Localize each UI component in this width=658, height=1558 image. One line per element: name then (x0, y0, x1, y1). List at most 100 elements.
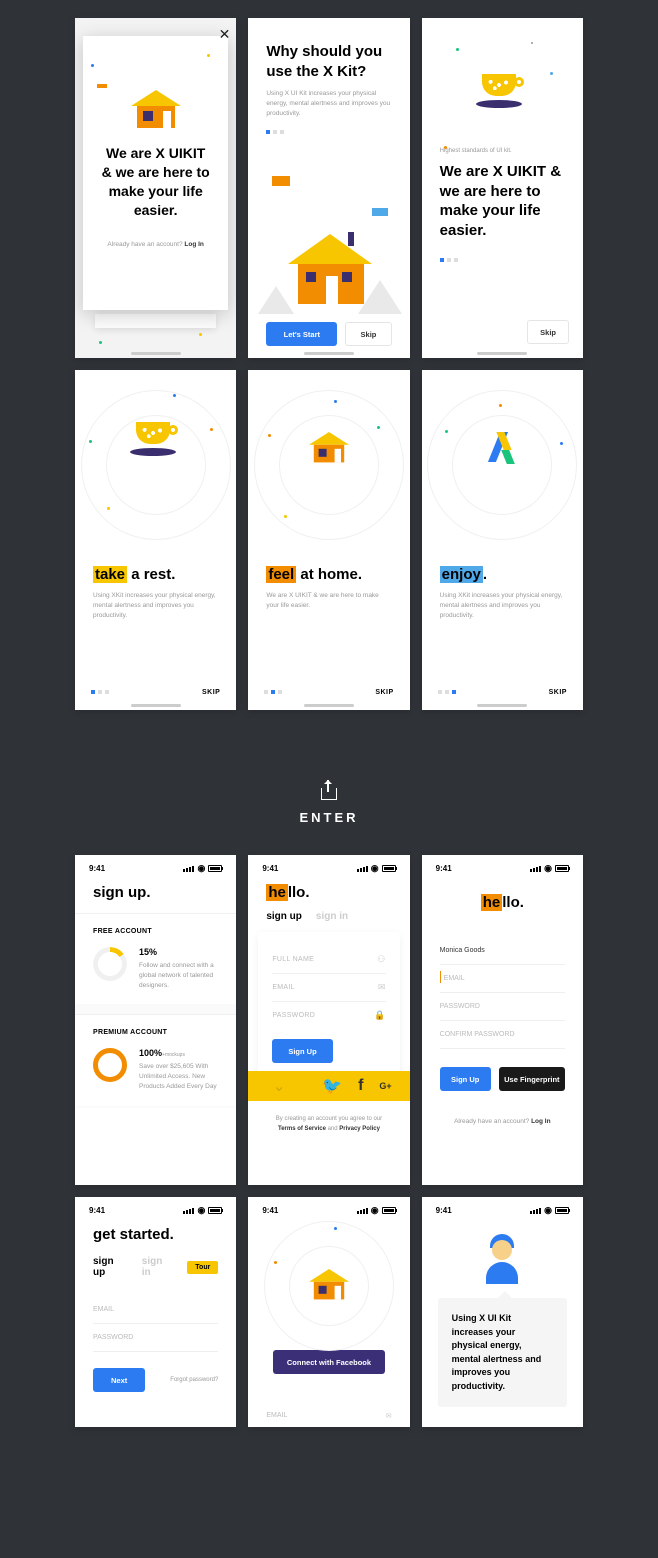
account-description: Save over $25,605 With Unlimited Access.… (139, 1062, 218, 1091)
facebook-connect-card: 9:41 ◉ Connect with Facebook EMAIL✉ (248, 1197, 409, 1427)
login-link[interactable]: Log In (531, 1118, 551, 1125)
status-time: 9:41 (262, 864, 278, 873)
page-title: sign up. (75, 878, 236, 913)
fullname-field[interactable]: FULL NAME⚇ (272, 946, 385, 974)
status-bar: 9:41 ◉ (248, 855, 409, 878)
next-button[interactable]: Next (93, 1368, 145, 1392)
email-field[interactable]: EMAIL (93, 1296, 218, 1324)
title: feel at home. (266, 566, 391, 583)
page-indicator (266, 130, 391, 134)
progress-ring (93, 1048, 127, 1082)
lets-start-button[interactable]: Let's Start (266, 322, 337, 346)
onboarding-enjoy-card: enjoy. Using XKit increases your physica… (422, 370, 583, 710)
progress-ring (93, 947, 127, 981)
email-field[interactable]: EMAIL✉ (272, 974, 385, 1002)
card-stack-back (95, 314, 216, 328)
wifi-icon: ◉ (544, 1205, 552, 1216)
orbit-rings (81, 390, 231, 540)
get-started-card: 9:41 ◉ get started. sign up sign in Tour… (75, 1197, 236, 1427)
social-login-bar: ⌄ 🐦 f G+ (248, 1071, 409, 1101)
signal-icon (183, 866, 194, 872)
speech-bubble: Using X UI Kit increases your physical e… (438, 1298, 567, 1407)
onboarding-rest-card: take a rest. Using XKit increases your p… (75, 370, 236, 710)
auth-tabs: sign up sign in Tour (75, 1256, 236, 1288)
title: take a rest. (93, 566, 218, 583)
section-title: ENTER (75, 810, 583, 825)
home-indicator (131, 704, 181, 707)
google-icon[interactable]: G+ (379, 1081, 391, 1091)
forgot-password-link[interactable]: Forgot password? (170, 1377, 218, 1383)
tab-signup[interactable]: sign up (266, 911, 302, 922)
pretitle: Highest standards of UI kit. (440, 148, 565, 154)
password-field[interactable]: PASSWORD🔒 (272, 1002, 385, 1029)
description: We are X UIKIT & we are here to make you… (266, 591, 391, 611)
status-time: 9:41 (89, 864, 105, 873)
x-logo (486, 432, 518, 464)
intro-bubble-card: 9:41 ◉ Using X UI Kit increases your phy… (422, 1197, 583, 1427)
signal-icon (183, 1208, 194, 1214)
skip-button[interactable]: Skip (345, 322, 391, 346)
description: Using XKit increases your physical energ… (440, 591, 565, 620)
premium-account-card[interactable]: PREMIUM ACCOUNT 100%+mockups Save over $… (75, 1014, 236, 1105)
battery-icon (382, 1207, 396, 1214)
signup-form-card: 9:41 ◉ hello. sign up sign in FULL NAME⚇… (248, 855, 409, 1185)
percentage: 100%+mockups (139, 1048, 218, 1058)
tab-signin[interactable]: sign in (316, 911, 348, 922)
signup-button[interactable]: Sign Up (272, 1039, 332, 1063)
percentage: 15% (139, 947, 218, 957)
name-field[interactable]: Monica Goods (440, 937, 565, 965)
battery-icon (555, 1207, 569, 1214)
home-indicator (304, 352, 354, 355)
confirm-password-field[interactable]: CONFIRM PASSWORD (440, 1021, 565, 1049)
skip-button[interactable]: Skip (527, 320, 569, 344)
status-time: 9:41 (89, 1206, 105, 1215)
password-field[interactable]: PASSWORD (440, 993, 565, 1021)
onboarding-home-card: feel at home. We are X UIKIT & we are he… (248, 370, 409, 710)
expand-icon[interactable]: ⌄ (272, 1076, 285, 1096)
tour-button[interactable]: Tour (187, 1261, 218, 1274)
signup-button[interactable]: Sign Up (440, 1067, 491, 1091)
status-bar: 9:41 ◉ (422, 855, 583, 878)
account-label: FREE ACCOUNT (93, 928, 218, 935)
login-prompt: Already have an account? Log In (101, 240, 210, 250)
account-label: PREMIUM ACCOUNT (93, 1029, 218, 1036)
skip-button[interactable]: SKIP (549, 689, 567, 696)
onboarding-title: We are X UIKIT & we are here to make you… (101, 144, 210, 220)
tab-signup[interactable]: sign up (93, 1256, 128, 1278)
login-link[interactable]: Log In (184, 241, 204, 248)
mail-icon: ✉ (386, 1412, 392, 1420)
email-field[interactable]: EMAIL✉ (440, 1421, 565, 1427)
tos-link[interactable]: Terms of Service (278, 1126, 326, 1132)
shape (372, 208, 388, 216)
confetti-bar (97, 84, 107, 88)
skip-button[interactable]: SKIP (202, 689, 220, 696)
facebook-icon[interactable]: f (358, 1077, 363, 1095)
status-time: 9:41 (436, 864, 452, 873)
skip-button[interactable]: SKIP (375, 689, 393, 696)
tab-signin[interactable]: sign in (142, 1256, 174, 1278)
privacy-link[interactable]: Privacy Policy (339, 1126, 380, 1132)
title: We are X UIKIT & we are here to make you… (440, 162, 565, 240)
auth-tabs: sign up sign in (248, 911, 409, 932)
email-field[interactable]: EMAIL (440, 965, 565, 993)
password-field[interactable]: PASSWORD (93, 1324, 218, 1352)
fingerprint-button[interactable]: Use Fingerprint (499, 1067, 565, 1091)
hello-title: hello. (422, 878, 583, 921)
wifi-icon: ◉ (197, 863, 205, 874)
description: Using XKit increases your physical energ… (93, 591, 218, 620)
close-icon[interactable]: ✕ (219, 26, 231, 43)
twitter-icon[interactable]: 🐦 (322, 1076, 342, 1096)
lock-icon: 🔒 (374, 1010, 386, 1021)
share-icon (321, 780, 337, 800)
login-prompt: Already have an account? Log In (422, 1117, 583, 1127)
free-account-card[interactable]: FREE ACCOUNT 15% Follow and connect with… (75, 913, 236, 1004)
onboarding-why-card: Why should you use the X Kit? Using X UI… (248, 18, 409, 358)
house-illustration (248, 224, 409, 314)
email-field[interactable]: EMAIL✉ (266, 1402, 391, 1427)
signal-icon (530, 1208, 541, 1214)
page-title: get started. (75, 1220, 236, 1256)
signal-icon (357, 1208, 368, 1214)
facebook-button[interactable]: Connect with Facebook (273, 1350, 385, 1374)
wifi-icon: ◉ (197, 1205, 205, 1216)
house-illustration (309, 1269, 349, 1301)
